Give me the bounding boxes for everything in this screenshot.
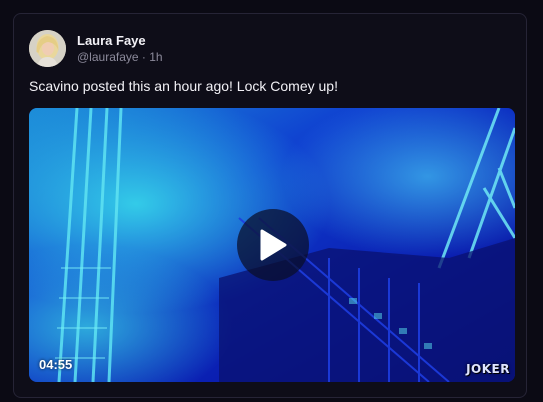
author-handle[interactable]: @laurafaye	[77, 50, 139, 64]
play-icon	[260, 229, 287, 261]
play-button[interactable]	[237, 209, 309, 281]
video-watermark: JOKER	[466, 362, 510, 376]
avatar-image	[29, 30, 66, 67]
post-time[interactable]: 1h	[149, 50, 162, 64]
meta-separator: ·	[141, 50, 146, 64]
video-player[interactable]: 04:55 JOKER	[29, 108, 515, 382]
author-meta: @laurafaye · 1h	[77, 49, 163, 65]
author-info: Laura Faye @laurafaye · 1h	[77, 32, 163, 65]
video-duration: 04:55	[39, 357, 73, 372]
author-display-name[interactable]: Laura Faye	[77, 32, 163, 49]
post-header: Laura Faye @laurafaye · 1h	[29, 30, 163, 67]
post-card: Laura Faye @laurafaye · 1h Scavino poste…	[13, 13, 527, 398]
avatar[interactable]	[29, 30, 66, 67]
post-text: Scavino posted this an hour ago! Lock Co…	[29, 78, 338, 94]
